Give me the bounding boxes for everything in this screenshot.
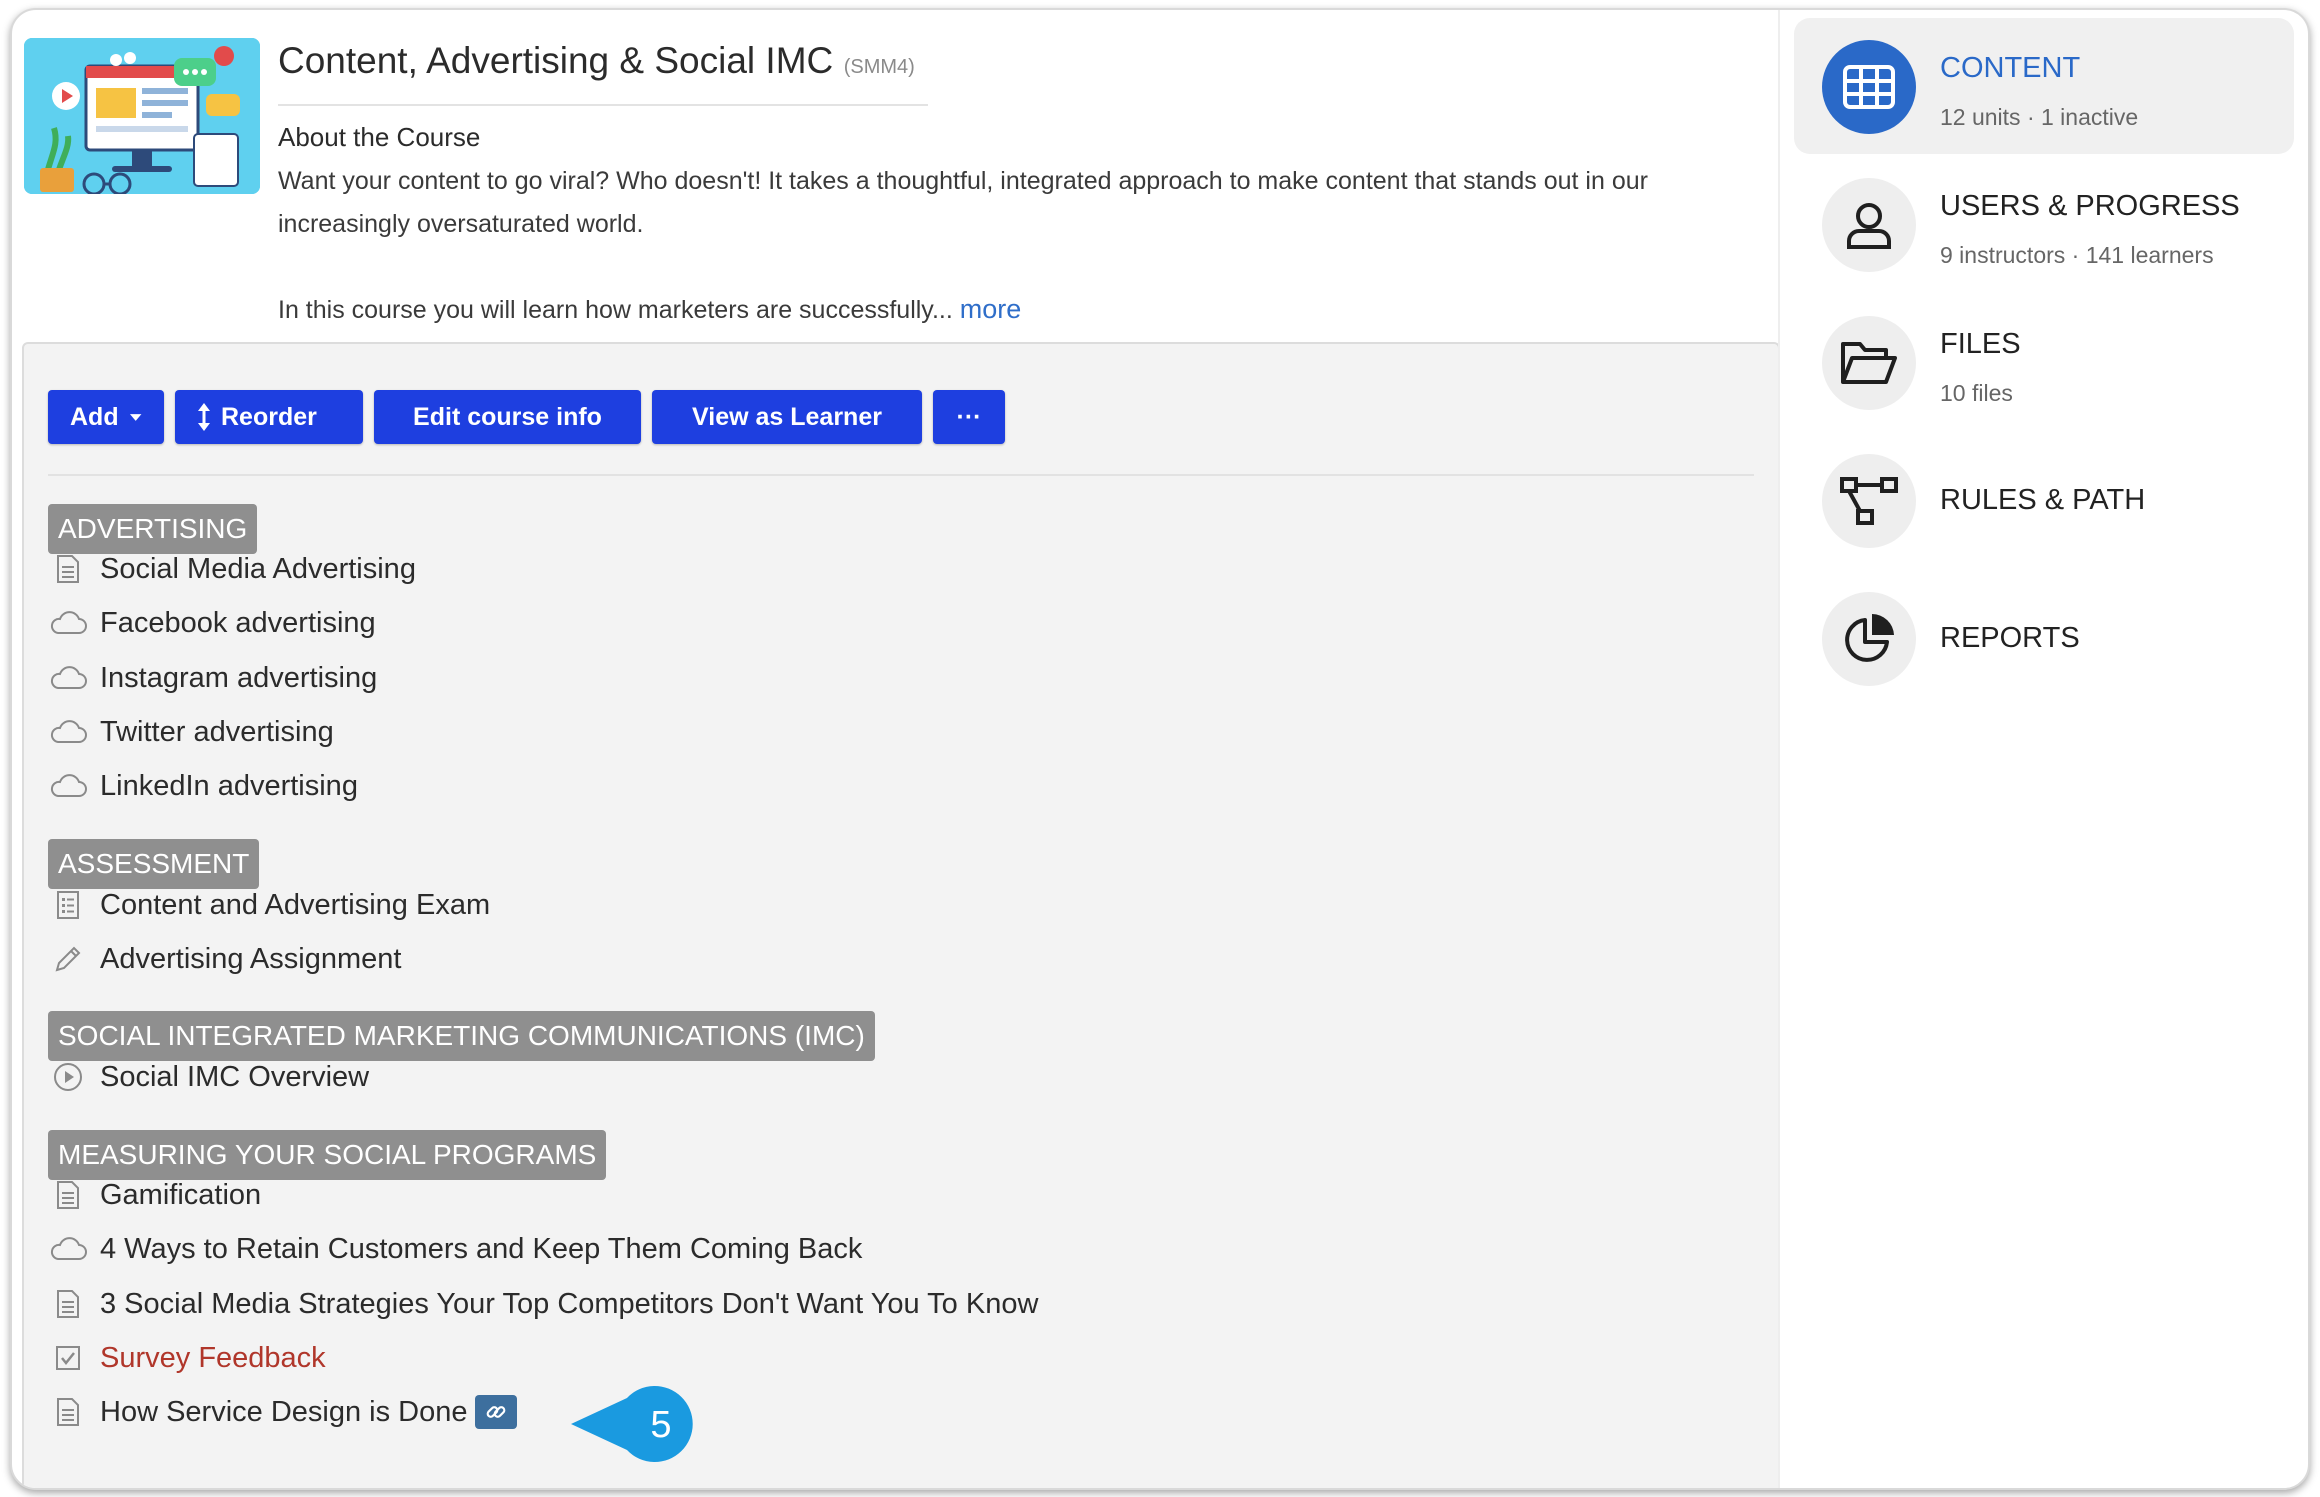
unit-label: Social Media Advertising <box>100 552 416 585</box>
reorder-button-label: Reorder <box>221 402 317 431</box>
unit-label: How Service Design is Done <box>100 1395 468 1428</box>
cloud-icon <box>48 712 88 752</box>
grid-icon <box>1822 40 1916 134</box>
course-thumbnail <box>24 38 260 194</box>
document-icon <box>48 549 88 589</box>
cloud-icon <box>48 1229 88 1269</box>
unit-label: Social IMC Overview <box>100 1060 370 1093</box>
folder-open-icon <box>1822 316 1916 410</box>
flow-icon <box>1822 454 1916 548</box>
unit-item[interactable]: Facebook advertising <box>48 600 376 646</box>
cloud-icon <box>48 603 88 643</box>
unit-item[interactable]: Content and Advertising Exam <box>48 882 490 928</box>
nav-item-files[interactable]: FILES 10 files <box>1794 294 2294 430</box>
user-icon <box>1822 178 1916 272</box>
vertical-arrows-icon <box>198 403 210 431</box>
reorder-button[interactable]: Reorder <box>175 390 363 444</box>
course-page: Content, Advertising & Social IMC (SMM4)… <box>10 8 2310 1490</box>
view-as-learner-label: View as Learner <box>692 402 882 431</box>
unit-label: 4 Ways to Retain Customers and Keep Them… <box>100 1232 863 1265</box>
unit-item[interactable]: LinkedIn advertising <box>48 763 358 809</box>
nav-item-content[interactable]: CONTENT 12 units · 1 inactive <box>1794 18 2294 154</box>
unit-label: Survey Feedback <box>100 1341 326 1374</box>
checkbox-icon <box>48 1338 88 1378</box>
unit-label: Twitter advertising <box>100 715 334 748</box>
nav-item-rules-path[interactable]: RULES & PATH <box>1794 432 2294 568</box>
unit-label: LinkedIn advertising <box>100 769 358 802</box>
more-options-button[interactable]: ··· <box>933 390 1005 444</box>
unit-label: 3 Social Media Strategies Your Top Compe… <box>100 1287 1039 1320</box>
course-title: Content, Advertising & Social IMC <box>278 40 834 81</box>
course-code: (SMM4) <box>843 56 915 78</box>
unit-item[interactable]: How Service Design is Done <box>48 1389 518 1435</box>
about-heading: About the Course <box>278 122 481 152</box>
nav-subtitle-files: 10 files <box>1940 380 2013 406</box>
nav-title-rules-path: RULES & PATH <box>1940 484 2146 516</box>
unit-item[interactable]: 3 Social Media Strategies Your Top Compe… <box>48 1281 1038 1327</box>
course-description-continued: In this course you will learn how market… <box>278 288 1021 332</box>
unit-label: Facebook advertising <box>100 606 376 639</box>
more-options-icon: ··· <box>956 402 982 431</box>
nav-title-users-progress: USERS & PROGRESS <box>1940 190 2240 222</box>
step-callout: 5 <box>569 1384 699 1464</box>
course-title-row: Content, Advertising & Social IMC (SMM4) <box>278 40 928 106</box>
step-number: 5 <box>650 1404 671 1446</box>
document-icon <box>48 1175 88 1215</box>
caret-down-icon <box>129 414 142 421</box>
course-description-excerpt: In this course you will learn how market… <box>278 296 953 324</box>
edit-course-info-label: Edit course info <box>413 402 602 431</box>
unit-item[interactable]: Social Media Advertising <box>48 546 416 592</box>
add-button-label: Add <box>70 402 119 431</box>
unit-item[interactable]: Social IMC Overview <box>48 1054 369 1100</box>
more-link[interactable]: more <box>960 294 1022 324</box>
unit-label: Instagram advertising <box>100 661 378 694</box>
course-content-panel: Add Reorder Edit course info View as Lea… <box>22 342 1780 1488</box>
checklist-icon <box>48 885 88 925</box>
nav-title-reports: REPORTS <box>1940 622 2080 654</box>
pie-chart-icon <box>1822 592 1916 686</box>
unit-item[interactable]: Twitter advertising <box>48 709 334 755</box>
unit-item[interactable]: Advertising Assignment <box>48 936 401 982</box>
nav-item-users-progress[interactable]: USERS & PROGRESS 9 instructors · 141 lea… <box>1794 156 2294 292</box>
cloud-icon <box>48 658 88 698</box>
unit-label: Content and Advertising Exam <box>100 888 491 921</box>
add-button[interactable]: Add <box>48 390 164 444</box>
cloud-icon <box>48 766 88 806</box>
unit-item[interactable]: Instagram advertising <box>48 655 377 701</box>
unit-item[interactable]: Survey Feedback <box>48 1335 326 1381</box>
course-description: Want your content to go viral? Who doesn… <box>278 167 1648 238</box>
unit-label: Gamification <box>100 1178 262 1211</box>
unit-item[interactable]: Gamification <box>48 1172 261 1218</box>
unit-item[interactable]: 4 Ways to Retain Customers and Keep Them… <box>48 1226 862 1272</box>
play-circle-icon <box>48 1057 88 1097</box>
view-as-learner-button[interactable]: View as Learner <box>652 390 922 444</box>
unit-label: Advertising Assignment <box>100 942 402 975</box>
nav-item-reports[interactable]: REPORTS <box>1794 570 2294 706</box>
document-icon <box>48 1284 88 1324</box>
edit-course-info-button[interactable]: Edit course info <box>374 390 641 444</box>
nav-title-content: CONTENT <box>1940 52 2081 84</box>
content-toolbar: Add Reorder Edit course info View as Lea… <box>48 390 1005 444</box>
pencil-icon <box>48 939 88 979</box>
toolbar-divider <box>48 474 1754 476</box>
sidebar-divider <box>1778 10 1780 1488</box>
nav-subtitle-users-progress: 9 instructors · 141 learners <box>1940 242 2214 268</box>
link-icon <box>475 1395 518 1429</box>
document-icon <box>48 1392 88 1432</box>
nav-title-files: FILES <box>1940 328 2021 360</box>
nav-subtitle-content: 12 units · 1 inactive <box>1940 104 2139 130</box>
